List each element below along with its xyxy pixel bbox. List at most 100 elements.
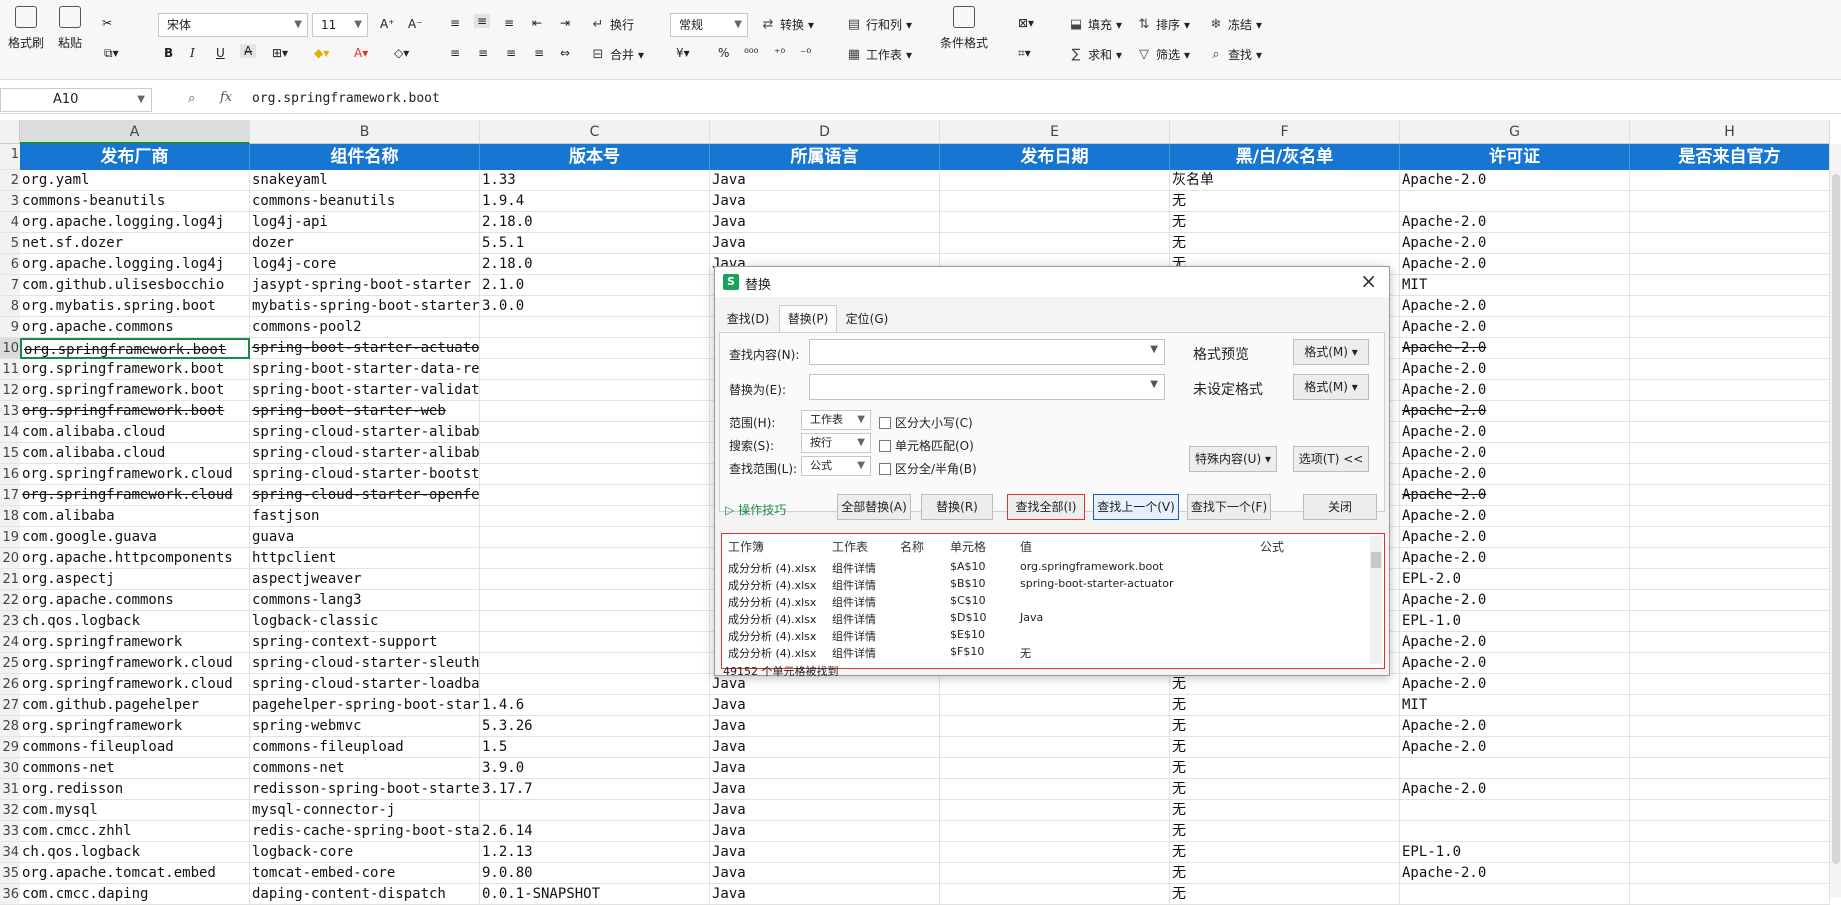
table-cell[interactable]: Java (710, 737, 940, 758)
header-cell[interactable]: 发布厂商 (20, 144, 250, 170)
rows-cols-button[interactable]: ▤ 行和列 ▾ (846, 16, 912, 33)
table-cell[interactable] (940, 884, 1170, 905)
align-top-icon[interactable]: ≡ (450, 16, 460, 30)
replace-all-button[interactable]: 全部替换(A) (837, 494, 911, 520)
freeze-button[interactable]: ❄ 冻结 ▾ (1208, 16, 1263, 33)
table-cell[interactable]: Apache-2.0 (1400, 779, 1630, 800)
table-cell[interactable]: EPL-2.0 (1400, 569, 1630, 590)
table-cell[interactable]: 无 (1170, 842, 1400, 863)
row-number[interactable]: 29 (0, 737, 20, 758)
table-cell[interactable]: commons-fileupload (250, 737, 480, 758)
table-cell[interactable] (1630, 254, 1830, 275)
table-cell[interactable]: Apache-2.0 (1400, 254, 1630, 275)
scrollbar-thumb[interactable] (1371, 552, 1381, 568)
header-cell[interactable]: 许可证 (1400, 144, 1630, 170)
table-cell[interactable]: mysql-connector-j (250, 800, 480, 821)
result-cell[interactable]: 成分分析 (4).xlsx (728, 611, 816, 627)
table-cell[interactable]: org.springframework.boot (20, 359, 250, 380)
table-cell[interactable] (1630, 422, 1830, 443)
table-cell[interactable]: com.alibaba.cloud (20, 422, 250, 443)
header-cell[interactable]: 所属语言 (710, 144, 940, 170)
table-cell[interactable]: 1.5 (480, 737, 710, 758)
font-size-select[interactable]: 11 ▼ (312, 13, 368, 37)
table-cell[interactable]: spring-webmvc (250, 716, 480, 737)
table-cell[interactable]: com.cmcc.zhhl (20, 821, 250, 842)
row-number[interactable]: 25 (0, 653, 20, 674)
format-painter-button[interactable]: 格式刷 (8, 6, 44, 51)
table-cell[interactable] (940, 233, 1170, 254)
table-cell[interactable]: httpclient (250, 548, 480, 569)
table-cell[interactable] (1630, 590, 1830, 611)
table-cell[interactable]: commons-beanutils (20, 191, 250, 212)
table-cell[interactable]: org.apache.logging.log4j (20, 254, 250, 275)
table-cell[interactable]: MIT (1400, 275, 1630, 296)
result-cell[interactable]: 组件详情 (832, 645, 876, 661)
table-cell[interactable] (1630, 296, 1830, 317)
row-number[interactable]: 31 (0, 779, 20, 800)
align-bottom-icon[interactable]: ≡ (504, 16, 514, 30)
strikethrough-icon[interactable]: A̶ (240, 44, 257, 58)
table-cell[interactable]: 灰名单 (1170, 170, 1400, 191)
close-icon[interactable]: × (1360, 269, 1377, 293)
table-cell[interactable]: 1.9.4 (480, 191, 710, 212)
row-number[interactable]: 20 (0, 548, 20, 569)
table-cell[interactable] (940, 695, 1170, 716)
table-cell[interactable]: org.yaml (20, 170, 250, 191)
table-cell[interactable] (480, 632, 710, 653)
result-cell[interactable]: 成分分析 (4).xlsx (728, 560, 816, 576)
result-cell[interactable]: 成分分析 (4).xlsx (728, 645, 816, 661)
table-cell[interactable]: jasypt-spring-boot-starter (250, 275, 480, 296)
table-cell[interactable]: Apache-2.0 (1400, 359, 1630, 380)
table-cell[interactable] (480, 338, 710, 359)
row-number[interactable]: 17 (0, 485, 20, 506)
table-cell[interactable] (1630, 842, 1830, 863)
table-cell[interactable] (1630, 275, 1830, 296)
table-cell[interactable]: spring-cloud-starter-sleuth (250, 653, 480, 674)
table-cell[interactable] (1630, 443, 1830, 464)
row-number[interactable]: 7 (0, 275, 20, 296)
table-cell[interactable]: spring-cloud-starter-bootstrap (250, 464, 480, 485)
row-number[interactable]: 32 (0, 800, 20, 821)
table-cell[interactable]: Java (710, 842, 940, 863)
table-cell[interactable]: Apache-2.0 (1400, 422, 1630, 443)
table-cell[interactable] (1400, 800, 1630, 821)
table-cell[interactable]: spring-boot-starter-web (250, 401, 480, 422)
table-cell[interactable] (480, 401, 710, 422)
result-cell[interactable]: spring-boot-starter-actuator (1020, 577, 1174, 590)
column-header[interactable]: F (1170, 120, 1400, 144)
tab-goto[interactable]: 定位(G) (841, 307, 893, 331)
find-button[interactable]: ⌕ 查找 ▾ (1208, 46, 1262, 63)
table-cell[interactable] (1630, 569, 1830, 590)
table-cell[interactable]: Java (710, 821, 940, 842)
table-cell[interactable]: EPL-1.0 (1400, 842, 1630, 863)
table-cell[interactable]: com.alibaba.cloud (20, 443, 250, 464)
table-cell[interactable]: Apache-2.0 (1400, 170, 1630, 191)
row-number[interactable]: 11 (0, 359, 20, 380)
table-cell[interactable]: org.redisson (20, 779, 250, 800)
vertical-scrollbar[interactable] (1829, 144, 1841, 898)
table-cell[interactable]: org.mybatis.spring.boot (20, 296, 250, 317)
table-cell[interactable]: spring-cloud-starter-loadbalancer (250, 674, 480, 695)
table-cell[interactable]: org.springframework.cloud (20, 674, 250, 695)
table-cell[interactable] (480, 569, 710, 590)
table-cell[interactable]: MIT (1400, 695, 1630, 716)
table-cell[interactable] (1630, 527, 1830, 548)
replace-input[interactable]: ▼ (809, 374, 1165, 400)
table-cell[interactable] (940, 800, 1170, 821)
fx-icon[interactable]: fx (220, 90, 232, 105)
table-cell[interactable]: 3.9.0 (480, 758, 710, 779)
conditional-format-button[interactable]: 条件格式 (940, 6, 988, 51)
table-cell[interactable]: org.springframework (20, 632, 250, 653)
table-cell[interactable]: com.alibaba (20, 506, 250, 527)
find-all-button[interactable]: 查找全部(I) (1007, 494, 1085, 520)
table-cell[interactable]: Apache-2.0 (1400, 233, 1630, 254)
replace-format-button[interactable]: 格式(M) ▾ (1293, 374, 1369, 400)
table-cell[interactable]: spring-boot-starter-validation (250, 380, 480, 401)
paste-button[interactable]: 粘贴 (58, 6, 82, 51)
table-cell[interactable]: 无 (1170, 695, 1400, 716)
table-cell[interactable] (480, 800, 710, 821)
table-cell[interactable]: guava (250, 527, 480, 548)
table-cell[interactable]: commons-pool2 (250, 317, 480, 338)
table-cell[interactable] (1630, 821, 1830, 842)
table-cell[interactable] (1630, 212, 1830, 233)
